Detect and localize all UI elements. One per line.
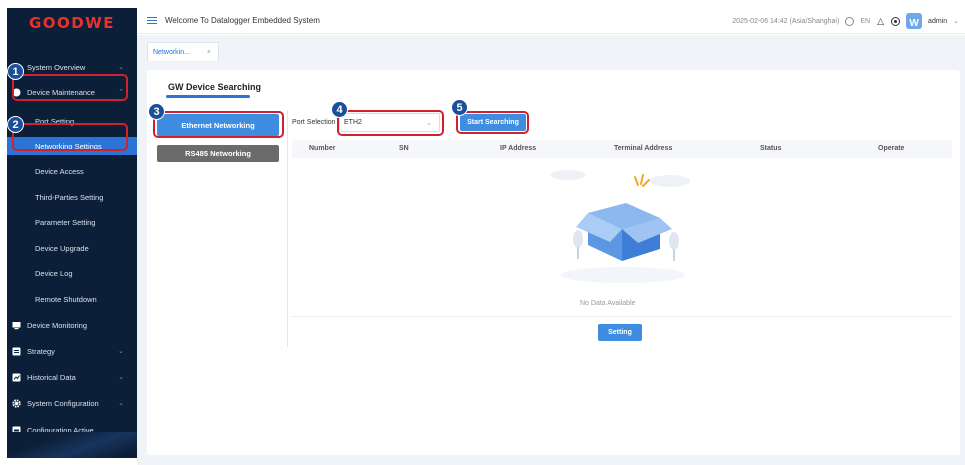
bell-icon[interactable]: △ [876,16,885,26]
header-right: 2025-02-06 14:42 (Asia/Shanghai) EN △ W … [732,8,959,34]
sidebar-item-strategy[interactable]: Strategy ⌄ [7,342,137,360]
datetime-display: 2025-02-06 14:42 (Asia/Shanghai) [732,17,840,25]
goodwe-logo: GOODWE [28,14,116,32]
sidebar-subitem-label: Device Upgrade [35,243,89,253]
sidebar-item-label: System Overview [27,62,86,72]
sidebar-item-label: Historical Data [27,372,76,382]
tab-strip: Networkin... × [137,35,965,61]
rs485-networking-button[interactable]: RS485 Networking [157,145,279,162]
chevron-down-icon: ⌄ [118,348,124,355]
section-title: GW Device Searching [168,82,262,92]
sidebar-subitem-label: Remote Shutdown [35,294,97,304]
column-header: Number [309,145,336,152]
sidebar-subitem-third-parties-setting[interactable]: Third-Parties Setting [7,188,137,206]
empty-box-illustration [550,170,690,283]
column-header: SN [399,145,409,152]
gear-icon [12,398,21,408]
tab-networking[interactable]: Networkin... × [147,42,219,61]
sidebar-item-system-configuration[interactable]: System Configuration ⌄ [7,394,137,412]
top-header: Welcome To Datalogger Embedded System 20… [137,8,965,34]
chevron-down-icon: ⌄ [118,64,124,71]
table-header: Number SN IP Address Terminal Address St… [292,140,952,158]
divider [287,110,288,347]
column-header: IP Address [500,145,537,152]
column-header: Terminal Address [614,145,673,152]
sidebar-subitem-label: Parameter Setting [35,217,96,227]
highlight-box-start-searching [456,111,529,134]
sidebar-subitem-device-log[interactable]: Device Log [7,264,137,282]
chevron-down-icon[interactable]: ⌄ [953,17,959,25]
column-header: Status [760,145,782,152]
history-icon [12,373,21,382]
port-selection-label: Port Selection [292,119,336,126]
step-badge-3: 3 [148,103,165,120]
close-icon[interactable]: × [207,49,211,56]
sidebar-item-label: Device Monitoring [27,320,88,330]
user-menu[interactable]: admin [928,18,947,25]
sidebar-subitem-device-upgrade[interactable]: Device Upgrade [7,239,137,257]
highlight-box-port-selection [337,110,444,136]
column-header: Operate [878,145,905,152]
highlight-box-networking-settings [12,123,128,151]
sidebar-subitem-parameter-setting[interactable]: Parameter Setting [7,213,137,231]
chevron-down-icon: ⌄ [118,374,124,381]
highlight-box-device-maintenance [12,74,128,101]
tab-label: Networkin... [153,48,190,56]
sidebar-subitem-remote-shutdown[interactable]: Remote Shutdown [7,290,137,308]
sidebar-item-device-monitoring[interactable]: Device Monitoring [7,316,137,334]
monitor-icon [12,321,21,330]
sidebar-item-label: System Configuration [27,398,99,408]
highlight-box-ethernet-networking [153,111,284,138]
globe-icon[interactable] [845,16,855,26]
settings-icon[interactable] [891,16,901,26]
section-title-underline [166,95,250,98]
divider [292,316,952,317]
page-title: Welcome To Datalogger Embedded System [165,16,320,25]
sidebar-subitem-device-access[interactable]: Device Access [7,162,137,180]
step-badge-1: 1 [7,63,24,80]
step-badge-2: 2 [7,116,24,133]
menu-toggle-icon[interactable] [147,16,157,25]
step-badge-4: 4 [331,101,348,118]
chevron-down-icon: ⌄ [118,400,124,407]
sidebar-subitem-label: Device Log [35,268,73,278]
language-selector[interactable]: EN [860,18,870,25]
sidebar-subitem-label: Third-Parties Setting [35,192,104,202]
strategy-icon [12,347,21,356]
sidebar-item-label: Strategy [27,346,55,356]
sidebar-decoration [7,432,137,458]
step-badge-5: 5 [451,99,468,116]
setting-button[interactable]: Setting [598,324,642,341]
sidebar-subitem-label: Device Access [35,166,84,176]
sidebar-item-historical-data[interactable]: Historical Data ⌄ [7,368,137,386]
empty-state-text: No Data Available [580,300,636,307]
avatar[interactable]: W [906,13,923,29]
